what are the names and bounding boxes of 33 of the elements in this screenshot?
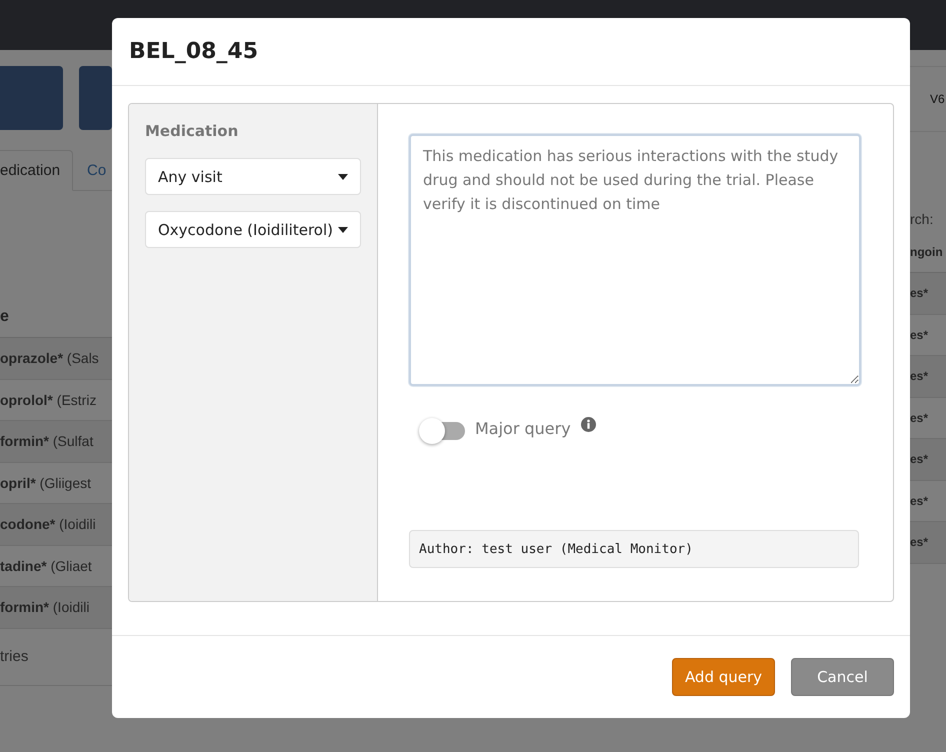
table-cell: es* (910, 369, 928, 384)
comment-field[interactable]: This medication has serious interactions with the study drug and should not be used during the trial. Please verify it is discontinued on time (409, 134, 861, 386)
table-cell: opril* (Gliigest (0, 474, 92, 491)
table-cell: es* (910, 535, 928, 550)
version-label: V6 (930, 92, 945, 106)
dialog-title: BEL_08_45 (129, 39, 258, 64)
table-cell: oprolol* (Estriz (0, 392, 96, 408)
table-cell: codone* (Ioidili (0, 516, 96, 532)
cancel-button[interactable]: Cancel (791, 658, 894, 696)
table-cell: es* (910, 410, 928, 425)
dropdown[interactable]: Any visit (145, 158, 361, 195)
column-header: ngoin (910, 245, 943, 259)
caret-icon (338, 174, 348, 180)
table-cell: es* (910, 328, 928, 342)
tab[interactable]: edication (0, 150, 74, 191)
caret-icon (338, 226, 348, 232)
column-header: e (0, 308, 9, 326)
table-cell: oprazole* (Sals (0, 350, 99, 366)
search-label: rch: (910, 211, 934, 227)
table-cell: formin* (Ioidili (0, 599, 90, 616)
toggle-label: Major query (475, 418, 571, 438)
table-cell: tadine* (Gliaet (0, 558, 92, 574)
dropdown[interactable]: Oxycodone (Ioidiliterol) (145, 211, 361, 248)
table-cell: es* (910, 286, 928, 300)
table-cell: es* (910, 494, 928, 508)
table-cell: formin* (Sulfat (0, 433, 94, 450)
sidebar-heading: Medication (145, 122, 240, 140)
tab[interactable]: Co (73, 150, 112, 190)
table-cell: es* (910, 452, 928, 466)
author-info: Author: test user (Medical Monitor) (409, 530, 859, 568)
add-query-button[interactable]: Add query (672, 658, 775, 696)
info-icon[interactable] (580, 416, 596, 432)
entries-info: tries (0, 648, 28, 665)
